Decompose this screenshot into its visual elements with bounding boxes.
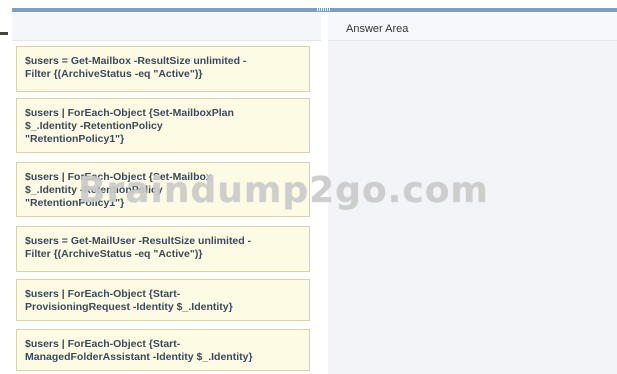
answer-area-title: Answer Area <box>346 23 409 35</box>
resize-grip[interactable] <box>317 8 331 11</box>
command-choice-start-provisioningrequest[interactable]: $users | ForEach-Object {Start- Provisio… <box>16 279 310 321</box>
command-choice-get-mailuser[interactable]: $users = Get-MailUser -ResultSize unlimi… <box>16 226 310 272</box>
command-choice-set-mailboxplan[interactable]: $users | ForEach-Object {Set-MailboxPlan… <box>16 98 310 153</box>
edge-marker <box>0 32 8 35</box>
command-choice-start-managedfolderassistant[interactable]: $users | ForEach-Object {Start- ManagedF… <box>16 329 310 371</box>
command-choice-set-mailbox[interactable]: $users | ForEach-Object {Set-Mailbox $_.… <box>16 162 310 217</box>
choices-panel-header <box>12 12 321 41</box>
command-choice-get-mailbox[interactable]: $users = Get-Mailbox -ResultSize unlimit… <box>16 46 310 92</box>
answer-area-header: Answer Area <box>328 12 617 41</box>
answer-area-panel[interactable]: Answer Area <box>328 12 617 374</box>
